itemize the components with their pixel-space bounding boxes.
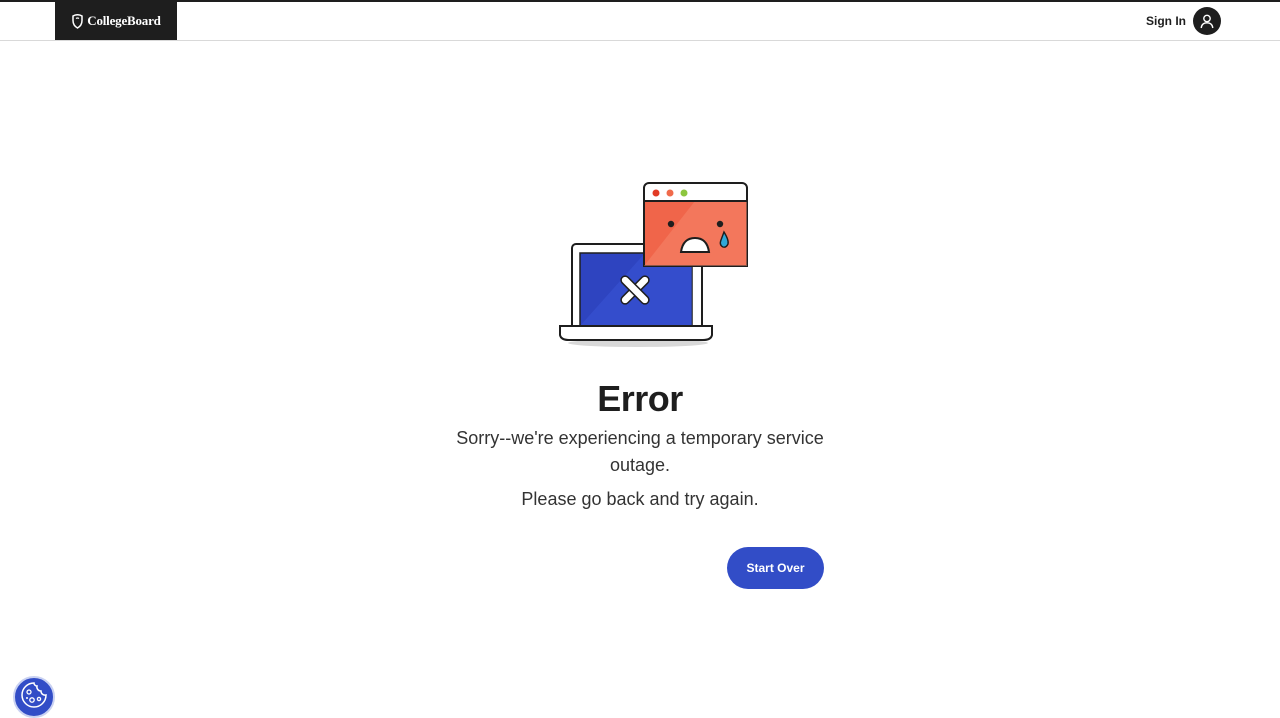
sign-in-label: Sign In [1146,14,1186,28]
acorn-icon [71,13,84,29]
collegeboard-logo[interactable]: CollegeBoard [55,2,177,40]
logo-text: CollegeBoard [87,13,161,28]
cookie-settings-button[interactable] [13,676,55,718]
sign-in-button[interactable]: Sign In [1146,6,1221,36]
error-message: Sorry--we're experiencing a temporary se… [456,428,824,475]
error-laptop-illustration [555,178,755,353]
start-over-button[interactable]: Start Over [727,547,824,589]
user-icon [1193,7,1221,35]
site-header: CollegeBoard Sign In [0,2,1280,41]
error-submessage: Please go back and try again. [521,489,759,509]
page-title: Error [597,378,683,419]
cookie-settings-icon [19,680,49,715]
